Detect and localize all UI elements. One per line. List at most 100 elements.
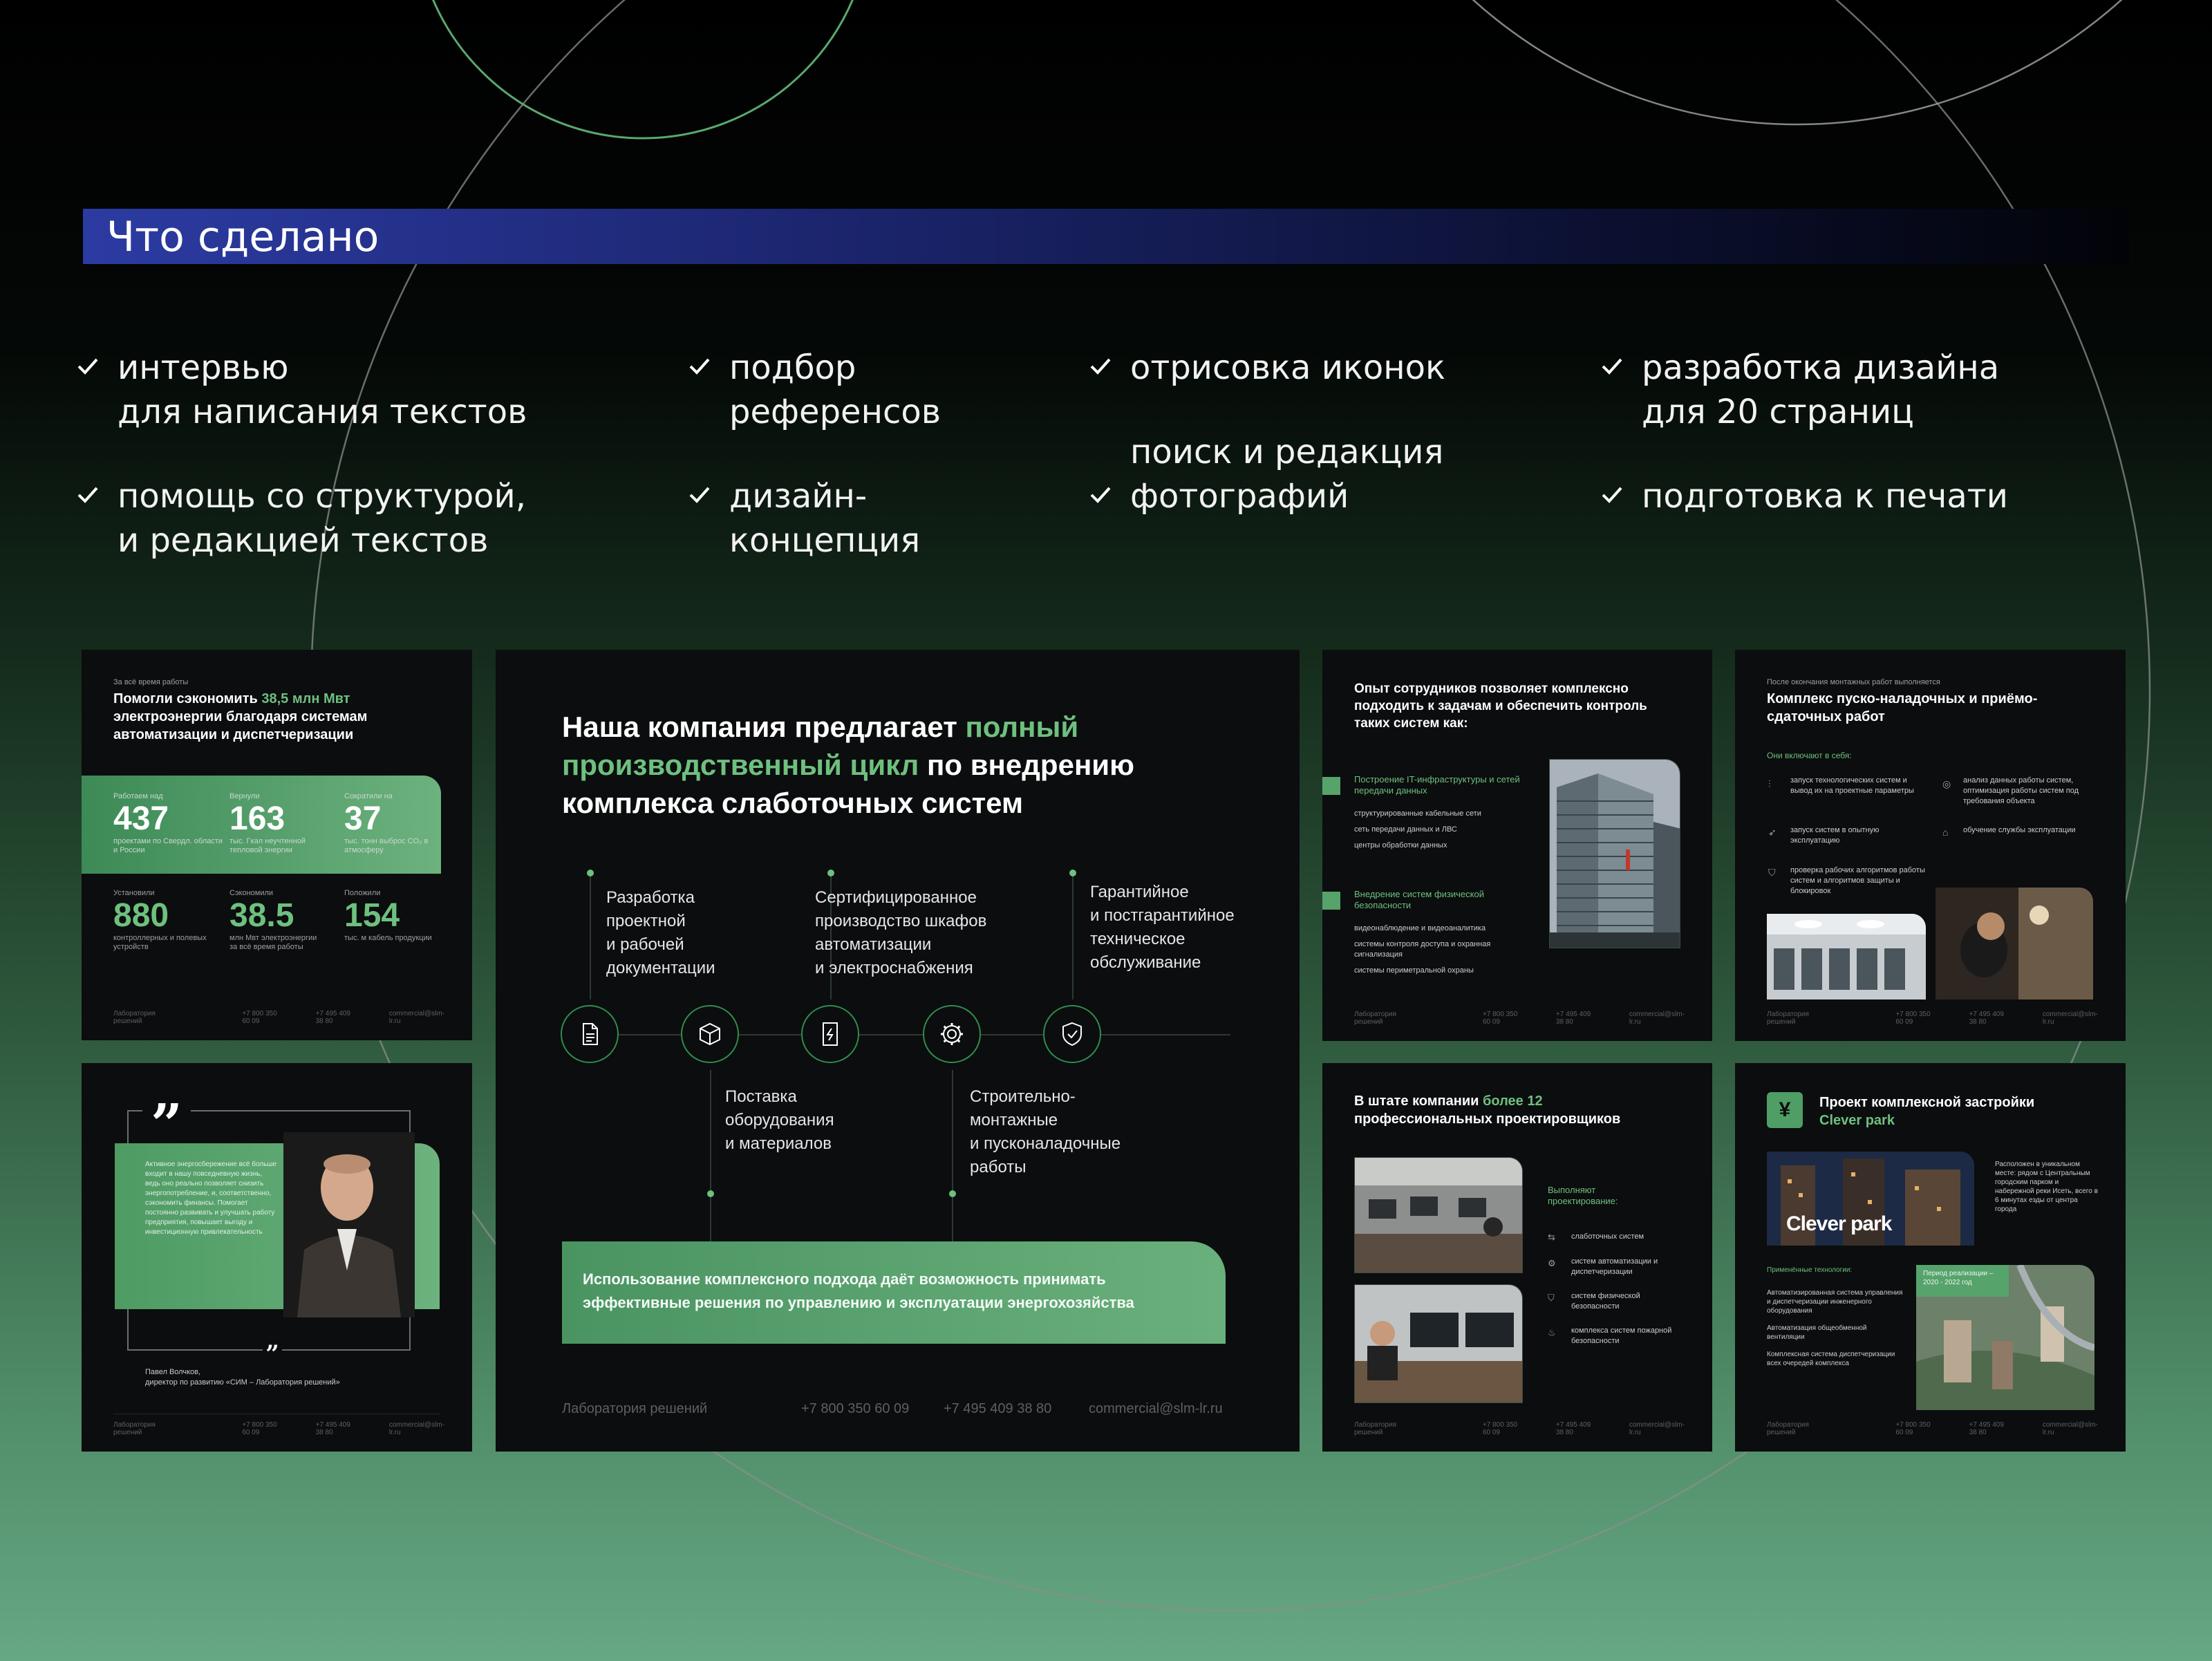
slide-experience: Опыт сотрудников позволяет комплексно по… [1322,650,1712,1041]
check-icon [76,355,104,383]
slide1-pre: За всё время работы [113,678,189,686]
group-head: Внедрение систем физической безопасности [1354,889,1484,910]
check-circle-icon: ◎ [1942,778,1951,789]
design-item: комплекса систем пожарной безопасности [1571,1326,1672,1345]
check-icon [76,484,104,512]
gear-icon [923,1005,981,1063]
tech-list: Автоматизированная система управления и … [1767,1289,1903,1367]
slide6-title: В штате компании более 12 профессиональны… [1354,1094,1621,1127]
timeline-line [565,1034,1230,1035]
task-item: отрисовка иконок [1089,346,1614,390]
check-icon [1600,355,1628,383]
slide-footer: Лаборатория решений +7 800 350 60 09 +7 49… [562,1401,1223,1416]
slide5-sub: Они включают в себя: [1767,751,1852,760]
quote-open-icon: ” [142,1096,191,1152]
task-item: поиск и редакция фотографий [1089,430,1614,518]
check-icon [1089,355,1116,383]
slide-footer: Лаборатория решений +7 800 350 60 09 +7 49… [1354,1421,1685,1436]
slide4-title: Опыт сотрудников позволяет комплексно по… [1354,682,1647,731]
task-line: запуск систем в опытную эксплуатацию [1790,826,1880,845]
clever-park-logo-icon: ¥ [1767,1092,1803,1128]
task-text: помощь со структурой, и редакцией тексто… [118,477,526,560]
stat: Работаем над 437 проектами по Свердл. об… [113,792,223,854]
automation-icon: ⚙ [1548,1258,1556,1268]
stat: Сэкономили 38.5 млн Мвт электроэнергии з… [229,889,317,951]
group-head: Построение IT-инфраструктуры и сетей пер… [1354,774,1520,796]
sliders-icon: ⫶ [1768,778,1771,789]
skyscraper-photo [1549,759,1680,948]
slide3-title: Наша компания предлагает полный производ… [562,711,1134,819]
box-icon [681,1005,739,1063]
design-item: слаботочных систем [1571,1232,1644,1241]
clever-park-sign: Clever park [1786,1212,1892,1235]
stat: Установили 880 контроллерных и полевых у… [113,889,207,951]
portrait-photo [283,1132,415,1317]
task-line: запуск технологических систем и вывод их… [1790,776,1914,795]
section-title: Что сделано [106,213,379,261]
slide-footer: Лаборатория решений +7 800 350 60 09 +7 49… [113,1421,444,1436]
residential-complex-photo: Clever park [1767,1152,1974,1246]
task-text: поиск и редакция фотографий [1130,433,1444,516]
check-icon [1089,484,1116,512]
slide6-sub: Выполняют проектирование: [1548,1185,1618,1206]
slide-clever-park: ¥ Проект комплексной застройки Clever pa… [1735,1063,2126,1452]
designer-photo [1354,1284,1523,1403]
task-text: интервью для написания текстов [118,348,527,431]
period-badge: Период реализации – 2020 - 2022 год [1916,1265,2009,1297]
graduation-icon: ⌂ [1942,827,1949,838]
fire-icon: ♨ [1548,1327,1556,1338]
stat: Вернули 163 тыс. Гкал неучтенной теплово… [229,792,306,854]
slide-stats: За всё время работы Помогли сэкономить 3… [82,650,472,1040]
task-text: отрисовка иконок [1130,348,1445,387]
office-photo [1354,1157,1523,1273]
shield-icon: ⛉ [1768,867,1776,878]
slide-quote: ” Активное энергосбережение всё больше в… [82,1063,472,1452]
slide-designers: В штате компании более 12 профессиональны… [1322,1063,1712,1452]
task-line: проверка рабочих алгоритмов работы систе… [1790,866,1925,895]
design-item: систем автоматизации и диспетчеризации [1571,1257,1658,1276]
control-room-photo [1767,914,1926,1000]
cabinet-icon [801,1005,859,1063]
quote-text: Активное энергосбережение всё больше вхо… [145,1161,276,1236]
slide-production-cycle: Наша компания предлагает полный производ… [496,650,1300,1452]
rocket-icon: ➶ [1768,827,1777,838]
task-item: подготовка к печати [1600,474,2126,518]
slide7-title: Проект комплексной застройки Clever park [1819,1095,2035,1128]
slide-footer: Лаборатория решений +7 800 350 60 09 +7 49… [1354,1011,1685,1026]
engineer-photo [1936,888,2093,1000]
network-icon: ⇆ [1548,1232,1555,1242]
task-line: обучение службы эксплуатации [1963,826,2076,834]
slide3-banner: Использование комплексного подхода даёт … [562,1241,1226,1344]
slide-footer: Лаборатория решений +7 800 350 60 09 +7 49… [1767,1011,2098,1026]
slide-footer: Лаборатория решений +7 800 350 60 09 +7 49… [1767,1421,2098,1436]
task-item: разработка дизайна для 20 страниц [1600,346,2126,434]
slide5-pre: После окончания монтажных работ выполняе… [1767,678,1940,686]
slide-footer: Лаборатория решений +7 800 350 60 09 +7 49… [113,1010,444,1025]
stat: Положили 154 тыс. м кабель продукции [344,889,432,942]
tech-head: Применённые технологии: [1767,1266,1853,1274]
check-icon [1600,484,1628,512]
shield-icon: ⛉ [1548,1293,1555,1303]
stat: Сократили на 37 тыс. тонн выброс CO₂ в а… [344,792,429,854]
location-desc: Расположен в уникальном месте: рядом с Ц… [1995,1161,2098,1213]
slide5-title: Комплекс пуско-наладочных и приёмо-сдато… [1767,691,2038,724]
slide1-title: Помогли сэкономить 38,5 млн Мвт электроэн… [113,691,368,742]
step-label: Гарантийное и постгарантийное техническо… [1090,883,1235,972]
step-label: Поставка оборудования и материалов [725,1087,834,1153]
task-text: разработка дизайна для 20 страниц [1642,348,2000,431]
task-text: подготовка к печати [1642,477,2008,516]
task-line: анализ данных работы систем, оптимизация… [1963,776,2079,805]
step-label: Разработка проектной и рабочей документа… [606,888,715,977]
document-icon [561,1005,619,1063]
slide-commissioning: После окончания монтажных работ выполняе… [1735,650,2126,1041]
check-icon [688,355,715,383]
shield-check-icon [1043,1005,1101,1063]
group-items: видеонаблюдение и видеоаналитика системы … [1354,924,1491,975]
section-title-band: Что сделано [83,209,2129,264]
design-item: систем физической безопасности [1571,1292,1640,1311]
task-item: интервью для написания текстов [76,346,601,434]
step-label: Строительно- монтажные и пусконаладочные… [970,1087,1121,1176]
task-item: помощь со структурой, и редакцией тексто… [76,474,601,563]
check-icon [688,484,715,512]
group-items: структурированные кабельные сети сеть пер… [1354,809,1481,850]
